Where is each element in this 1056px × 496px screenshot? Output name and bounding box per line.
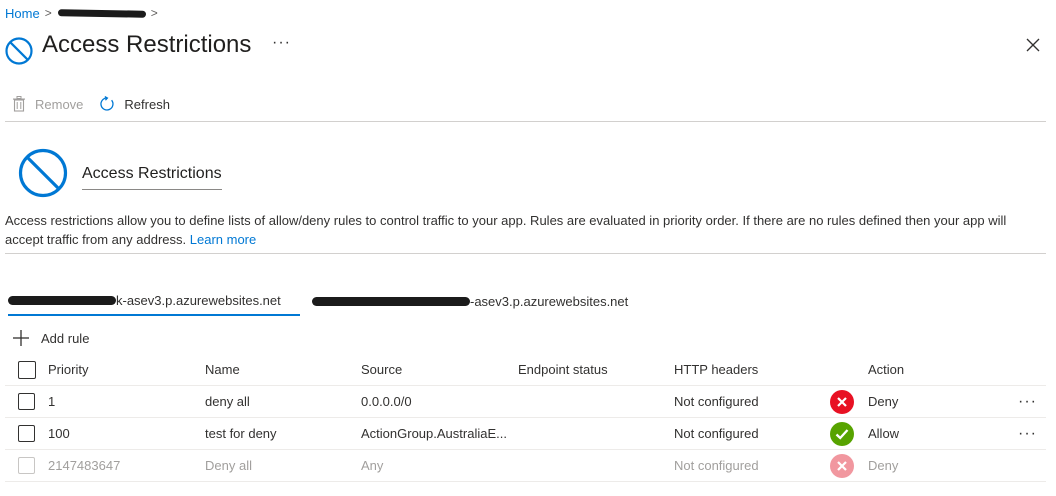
row-source: ActionGroup.AustraliaE... [361,426,507,441]
plus-icon [13,330,29,346]
row-name: deny all [205,394,250,409]
tab-scm-site[interactable]: -asev3.p.azurewebsites.net [312,287,628,316]
row-priority: 2147483647 [48,458,121,473]
breadcrumb-home-link[interactable]: Home [5,6,40,21]
command-bar: Remove Refresh [12,94,186,114]
tab-scm-site-label: -asev3.p.azurewebsites.net [470,294,629,309]
select-all-checkbox[interactable] [18,360,36,379]
deny-x-icon [830,389,854,414]
access-restrictions-icon [5,37,33,65]
add-rule-button[interactable]: Add rule [12,329,89,347]
tab-main-site[interactable]: k-asev3.p.azurewebsites.net [8,287,300,316]
column-header-endpoint-status[interactable]: Endpoint status [518,354,608,385]
column-header-source[interactable]: Source [361,354,402,385]
add-rule-label: Add rule [41,330,90,346]
row-more-button[interactable]: ··· [1018,425,1037,441]
row-http-headers: Not configured [674,394,759,409]
table-row[interactable]: 1 deny all 0.0.0.0/0 Not configured Deny… [5,386,1046,418]
row-name: Deny all [205,458,252,473]
row-source: Any [361,458,384,473]
row-checkbox[interactable] [18,425,35,442]
row-source: 0.0.0.0/0 [361,394,412,409]
breadcrumb-separator: > [44,6,52,20]
description-divider [5,253,1046,254]
access-restrictions-large-icon [18,148,68,198]
trash-icon [13,96,25,112]
tab-redacted-prefix-2 [312,297,470,306]
table-row: 2147483647 Deny all Any Not configured D… [5,450,1046,482]
page-header: Access Restrictions ··· [4,30,1054,70]
row-http-headers: Not configured [674,458,759,473]
tab-main-site-label: k-asev3.p.azurewebsites.net [116,293,281,308]
column-header-action[interactable]: Action [868,354,904,385]
section-title: Access Restrictions [82,165,222,190]
row-more-button[interactable]: ··· [1018,393,1037,409]
description-text: Access restrictions allow you to define … [5,213,1007,247]
row-priority: 100 [48,426,70,441]
site-tabs: k-asev3.p.azurewebsites.net -asev3.p.azu… [8,287,628,317]
deny-x-icon [830,453,854,478]
row-name: test for deny [205,426,277,441]
close-icon[interactable] [1022,34,1044,56]
remove-button[interactable]: Remove [12,96,83,112]
section-description: Access restrictions allow you to define … [5,211,1045,249]
tab-redacted-prefix [8,296,116,305]
row-action: Deny [868,394,899,409]
row-http-headers: Not configured [674,426,759,441]
refresh-icon [100,96,115,111]
learn-more-link[interactable]: Learn more [190,232,256,247]
rules-table: Priority Name Source Endpoint status HTT… [5,354,1046,482]
row-checkbox[interactable] [18,393,35,410]
refresh-button[interactable]: Refresh [99,96,170,112]
page-title: Access Restrictions [42,31,252,58]
row-checkbox-disabled [18,457,35,474]
toolbar-divider [5,121,1046,122]
refresh-label: Refresh [124,96,170,112]
breadcrumb-redacted-item[interactable] [57,8,146,18]
column-header-name[interactable]: Name [205,354,240,385]
column-header-http-headers[interactable]: HTTP headers [674,354,758,385]
row-action: Deny [868,458,899,473]
row-priority: 1 [48,394,56,409]
remove-label: Remove [35,96,84,112]
row-action: Allow [868,426,900,441]
breadcrumb: Home > > [5,4,162,22]
table-row[interactable]: 100 test for deny ActionGroup.AustraliaE… [5,418,1046,450]
column-header-priority[interactable]: Priority [48,354,88,385]
more-options-button[interactable]: ··· [272,34,291,52]
allow-check-icon [830,421,854,446]
table-header: Priority Name Source Endpoint status HTT… [5,354,1046,386]
breadcrumb-separator-trailing: > [150,6,158,20]
